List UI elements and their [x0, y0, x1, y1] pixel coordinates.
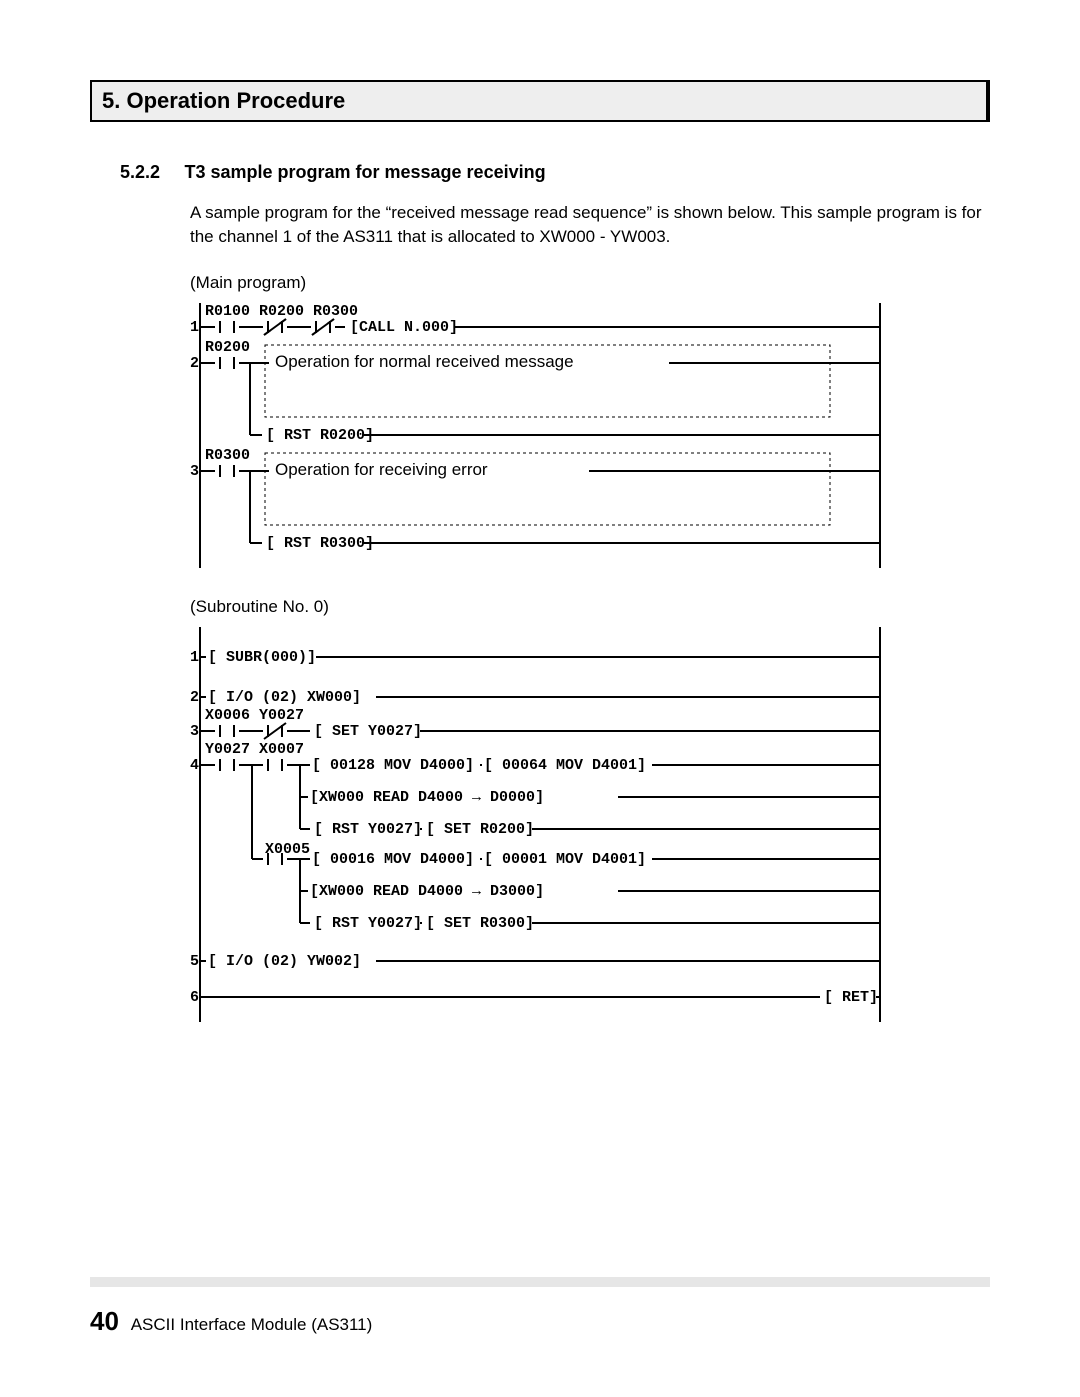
read-2: XW000 READ D4000 → D3000 — [319, 883, 535, 900]
doc-title: ASCII Interface Module (AS311) — [131, 1315, 373, 1334]
svg-text:[ RST Y0027]: [ RST Y0027] — [314, 821, 422, 838]
page-number: 40 — [90, 1306, 119, 1336]
mov-2b: 00001 MOV D4001 — [502, 851, 637, 868]
rung-num-3: 3 — [190, 463, 199, 480]
contact-y0027 — [215, 759, 239, 771]
contact-r0200 — [215, 357, 239, 369]
set-y0027: SET Y0027 — [332, 723, 413, 740]
svg-text:[ SET R0300]: [ SET R0300] — [426, 915, 534, 932]
io-yw002: I/O (02) YW002 — [226, 953, 352, 970]
main-ladder-diagram: R0100 R0200 R0300 1 — [190, 303, 990, 573]
mov-2a: 00016 MOV D4000 — [330, 851, 465, 868]
svg-text:[ 00128 MOV D4000]: [ 00128 MOV D4000] — [312, 757, 474, 774]
contact-r0200-nc — [263, 319, 287, 335]
main-program-label: (Main program) — [190, 273, 990, 293]
r0300-label: R0300 — [205, 447, 250, 464]
svg-text:[ 00001 MOV D4001]: [ 00001 MOV D4001] — [484, 851, 646, 868]
subr: SUBR(000) — [226, 649, 307, 666]
contact-r0100 — [215, 321, 239, 333]
rung-num-2: 2 — [190, 355, 199, 372]
svg-text:[ SUBR(000)]: [ SUBR(000)] — [208, 649, 316, 666]
section-heading: 5. Operation Procedure — [90, 80, 990, 122]
rst-y0027-1: RST Y0027 — [332, 821, 413, 838]
rst-r0200: [ RST R0200] — [266, 427, 374, 444]
svg-text:[ I/O (02) XW000]: [ I/O (02) XW000] — [208, 689, 361, 706]
contact-r0300-nc — [311, 319, 335, 335]
rung-2: 2 — [190, 689, 199, 706]
svg-text:[ 00064 MOV D4001]: [ 00064 MOV D4001] — [484, 757, 646, 774]
svg-text:[ SET Y0027]: [ SET Y0027] — [314, 723, 422, 740]
contact-x0006 — [215, 725, 239, 737]
svg-text:[ I/O (02) YW002]: [ I/O (02) YW002] — [208, 953, 361, 970]
set-r0300: SET R0300 — [444, 915, 525, 932]
svg-text:[XW000 READ D4000 → D0000: [XW000 READ D4000 → D0000] — [310, 789, 544, 806]
footer-divider — [90, 1277, 990, 1287]
subsection-number: 5.2.2 — [120, 162, 180, 183]
svg-text:[ SET R0200]: [ SET R0200] — [426, 821, 534, 838]
paragraph: A sample program for the “received messa… — [190, 201, 990, 249]
rst-r0300: [ RST R0300] — [266, 535, 374, 552]
set-r0200: SET R0200 — [444, 821, 525, 838]
annot-normal: Operation for normal received message — [275, 352, 574, 371]
mov-1a: 00128 MOV D4000 — [330, 757, 465, 774]
rung-num-1: 1 — [190, 319, 199, 336]
rung-6: 6 — [190, 989, 199, 1006]
contact-r0300 — [215, 465, 239, 477]
regs-top: R0100 R0200 R0300 — [205, 303, 358, 320]
svg-text:[ RST Y0027]: [ RST Y0027] — [314, 915, 422, 932]
call-instruction: [CALL N.000] — [350, 319, 458, 336]
mov-1b: 00064 MOV D4001 — [502, 757, 637, 774]
annot-error: Operation for receiving error — [275, 460, 488, 479]
svg-text:[XW000 READ D4000 → D3000: [XW000 READ D4000 → D3000] — [310, 883, 544, 900]
rung-5: 5 — [190, 953, 199, 970]
svg-text:[ 00016 MOV D4000]: [ 00016 MOV D4000] — [312, 851, 474, 868]
rung-3: 3 — [190, 723, 199, 740]
subroutine-label: (Subroutine No. 0) — [190, 597, 990, 617]
r0200-label: R0200 — [205, 339, 250, 356]
page-footer: 40 ASCII Interface Module (AS311) — [90, 1306, 372, 1337]
subroutine-ladder-diagram: 1 [ SUBR(000)] 2 [ I/O (02) XW000] X0006… — [190, 627, 990, 1027]
rst-y0027-2: RST Y0027 — [332, 915, 413, 932]
regs-line1: X0006 Y0027 — [205, 707, 304, 724]
rung-1: 1 — [190, 649, 199, 666]
read-1: XW000 READ D4000 → D0000 — [319, 789, 535, 806]
contact-y0027-nc — [263, 723, 287, 739]
contact-x0007 — [263, 759, 287, 771]
svg-text:[ RET]: [ RET] — [824, 989, 878, 1006]
rung-4: 4 — [190, 757, 199, 774]
ret: RET — [842, 989, 869, 1006]
io-xw000: I/O (02) XW000 — [226, 689, 352, 706]
regs-line2: Y0027 X0007 — [205, 741, 304, 758]
subsection-title: T3 sample program for message receiving — [184, 162, 545, 183]
